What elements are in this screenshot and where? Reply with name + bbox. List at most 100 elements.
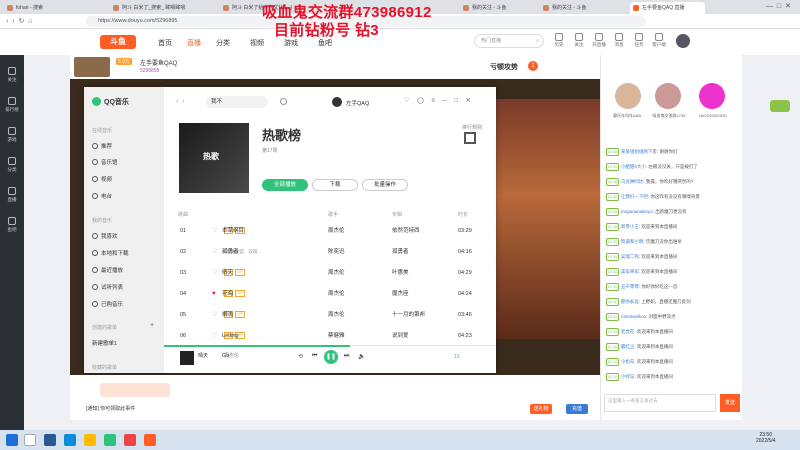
qq-search-input[interactable]: 我不 xyxy=(206,96,268,108)
float-activity-icon[interactable] xyxy=(770,100,790,112)
chat-username[interactable]: 某某组组组顾下客 xyxy=(621,149,657,154)
now-playing-artist[interactable]: 周杰伦 xyxy=(224,352,239,359)
sidebar-item-category[interactable]: 分类 xyxy=(0,157,24,173)
song-row[interactable]: 01 ♡ 本草纲目 SQ VIP 周杰伦 依然范特西 03:29 xyxy=(178,221,488,241)
chat-username[interactable]: 最红尘 xyxy=(621,344,635,349)
volume-icon[interactable]: 🔈 xyxy=(358,353,365,360)
add-playlist-icon[interactable]: + xyxy=(150,322,154,329)
search-taskbar-icon[interactable] xyxy=(24,434,36,446)
sidebar-item-live[interactable]: 直播 xyxy=(0,187,24,203)
song-singer[interactable]: 周杰伦 xyxy=(328,305,345,325)
nav-buttons[interactable]: ‹ › ↻ ⌂ xyxy=(6,17,32,25)
qq-nav-recommend[interactable]: 推荐 xyxy=(92,142,112,150)
song-album[interactable]: 孤勇者 xyxy=(392,242,409,262)
chat-username[interactable]: 小绿马 xyxy=(621,374,635,379)
sidebar-item-follow[interactable]: 关注 xyxy=(0,67,24,83)
browser-tab[interactable]: 我的关注 - 斗鱼 xyxy=(460,2,520,14)
chat-username[interactable]: 小松岛 xyxy=(621,359,635,364)
qq-nav-video[interactable]: 视频 xyxy=(92,175,112,183)
gift-banner[interactable] xyxy=(100,383,170,397)
wechat-icon[interactable] xyxy=(104,434,116,446)
song-singer[interactable]: 周杰伦 xyxy=(328,221,345,241)
qq-playlist-item[interactable]: 新建歌单1 xyxy=(92,339,117,347)
song-album[interactable]: 依然范特西 xyxy=(392,221,420,241)
song-album[interactable]: 说到爱 xyxy=(392,326,409,346)
song-row[interactable]: 06 ♡ Letting Go SQ VIP 蔡健雅 说到爱 04:23 xyxy=(178,326,488,359)
send-gift-button[interactable]: 送礼物 xyxy=(530,404,552,414)
heart-icon[interactable]: ♡ xyxy=(212,305,217,325)
douyu-taskbar-icon[interactable] xyxy=(144,434,156,446)
heart-filled-icon[interactable]: ♥ xyxy=(212,284,216,304)
qq-user-avatar[interactable] xyxy=(332,97,342,107)
browser-tab[interactable]: 我的关注 - 斗鱼 xyxy=(540,2,600,14)
song-row[interactable]: 02 ♡ 孤勇者 (《英雄联盟：双城... 陈奕迅 孤勇者 04:16 xyxy=(178,242,488,262)
nav-video[interactable]: 视频 xyxy=(250,38,264,48)
qq-username[interactable]: 左手QAQ xyxy=(346,99,369,107)
heart-icon[interactable]: ♡ xyxy=(212,326,217,346)
heart-icon[interactable]: ♡ xyxy=(212,242,217,262)
open-live-button[interactable]: 开直播 xyxy=(590,33,608,48)
chat-username[interactable]: 愿你永远 xyxy=(621,299,639,304)
chat-username[interactable]: 吴瑞二狗 xyxy=(621,254,639,259)
client-download-button[interactable]: 客户端 xyxy=(650,33,668,48)
qq-back-forward[interactable]: ‹ › xyxy=(176,98,185,105)
explorer-icon[interactable] xyxy=(84,434,96,446)
song-singer[interactable]: 周杰伦 xyxy=(328,284,345,304)
chat-input[interactable]: 这里输入一条留言发过去 xyxy=(604,394,716,412)
send-button[interactable]: 发送 xyxy=(720,394,740,412)
song-row[interactable]: 03 ♡ 晴天 SQ VIP 周杰伦 叶惠美 04:29 xyxy=(178,263,488,283)
qq-nav-recent[interactable]: 最近播放 xyxy=(92,266,123,274)
song-singer[interactable]: 陈奕迅 xyxy=(328,242,345,262)
anchor-avatar-1[interactable] xyxy=(615,83,641,109)
song-album[interactable]: 十一月的萧邦 xyxy=(392,305,425,325)
nav-home[interactable]: 首页 xyxy=(158,38,172,48)
recharge-button[interactable]: 充值 xyxy=(566,404,588,414)
song-singer[interactable]: 蔡健雅 xyxy=(328,326,345,346)
anchor-avatar[interactable] xyxy=(74,57,110,77)
chat-username[interactable]: 老虎在 xyxy=(621,329,635,334)
song-singer[interactable]: 周杰伦 xyxy=(328,263,345,283)
nav-category[interactable]: 分类 xyxy=(216,38,230,48)
now-playing-title[interactable]: 晴天 xyxy=(198,352,208,359)
now-playing-cover[interactable] xyxy=(180,351,194,365)
rank-rule-link[interactable]: 排行规则 xyxy=(462,124,482,131)
clock[interactable]: 23:50 2022/5/4 xyxy=(756,432,775,444)
chat-username[interactable]: 新帝小王 xyxy=(621,224,639,229)
loop-icon[interactable]: ⟲ xyxy=(298,353,303,360)
douyu-logo[interactable]: 斗鱼 xyxy=(100,35,136,49)
song-row[interactable]: 04 ♥ 花海 SQ VIP 周杰伦 魔杰座 04:24 xyxy=(178,284,488,304)
song-album[interactable]: 魔杰座 xyxy=(392,284,409,304)
download-button[interactable]: 下载 xyxy=(312,179,358,191)
qq-window-controls[interactable]: ♡ ◯ ≡ ─ □ ✕ xyxy=(404,97,474,104)
anchor-avatar-2[interactable] xyxy=(655,83,681,109)
song-row[interactable]: 05 ♡ 搁浅 SQ VIP 周杰伦 十一月的萧邦 03:46 xyxy=(178,305,488,325)
edge-icon[interactable] xyxy=(64,434,76,446)
anchor-avatar-3[interactable] xyxy=(699,83,725,109)
qq-nav-local[interactable]: 本地和下载 xyxy=(92,249,129,257)
next-icon[interactable]: ⏭ xyxy=(344,353,349,360)
qr-code-icon[interactable] xyxy=(464,132,476,144)
heart-icon[interactable]: ♡ xyxy=(212,221,217,241)
sidebar-item-rank[interactable]: 排行榜 xyxy=(0,97,24,113)
qq-nav-trial[interactable]: 试听列表 xyxy=(92,283,123,291)
qq-nav-music-hall[interactable]: 音乐馆 xyxy=(92,158,118,166)
play-all-button[interactable]: 全部播放 xyxy=(262,179,308,191)
browser-tab[interactable]: fohan - 搜索 xyxy=(4,2,66,14)
chat-username[interactable]: 五千零零 xyxy=(621,284,639,289)
browser-tab[interactable]: 阿斗 白米了_搜索_ 眸嗯眸嗯 xyxy=(110,2,210,14)
chat-username[interactable]: mogaoanaikeyo xyxy=(621,209,653,214)
task-view-icon[interactable] xyxy=(44,434,56,446)
song-album[interactable]: 叶惠美 xyxy=(392,263,409,283)
qq-nav-favorites[interactable]: 我喜欢 xyxy=(92,232,118,240)
chat-username[interactable]: 小肥肥5大小 xyxy=(621,164,646,169)
heart-icon[interactable]: ♡ xyxy=(212,263,217,283)
voice-search-icon[interactable] xyxy=(280,98,287,105)
nav-live[interactable]: 直播 xyxy=(187,38,201,48)
gift-icons-row[interactable] xyxy=(440,383,520,397)
chat-username[interactable]: 乌龙钟阿达 xyxy=(621,179,644,184)
sidebar-item-yuba[interactable]: 鱼吧 xyxy=(0,217,24,233)
app-icon[interactable] xyxy=(124,434,136,446)
start-icon[interactable] xyxy=(6,434,18,446)
site-search-input[interactable]: 热门直播 ⌕ xyxy=(474,34,544,48)
chat-username[interactable]: 狗逼和小明 xyxy=(621,239,644,244)
